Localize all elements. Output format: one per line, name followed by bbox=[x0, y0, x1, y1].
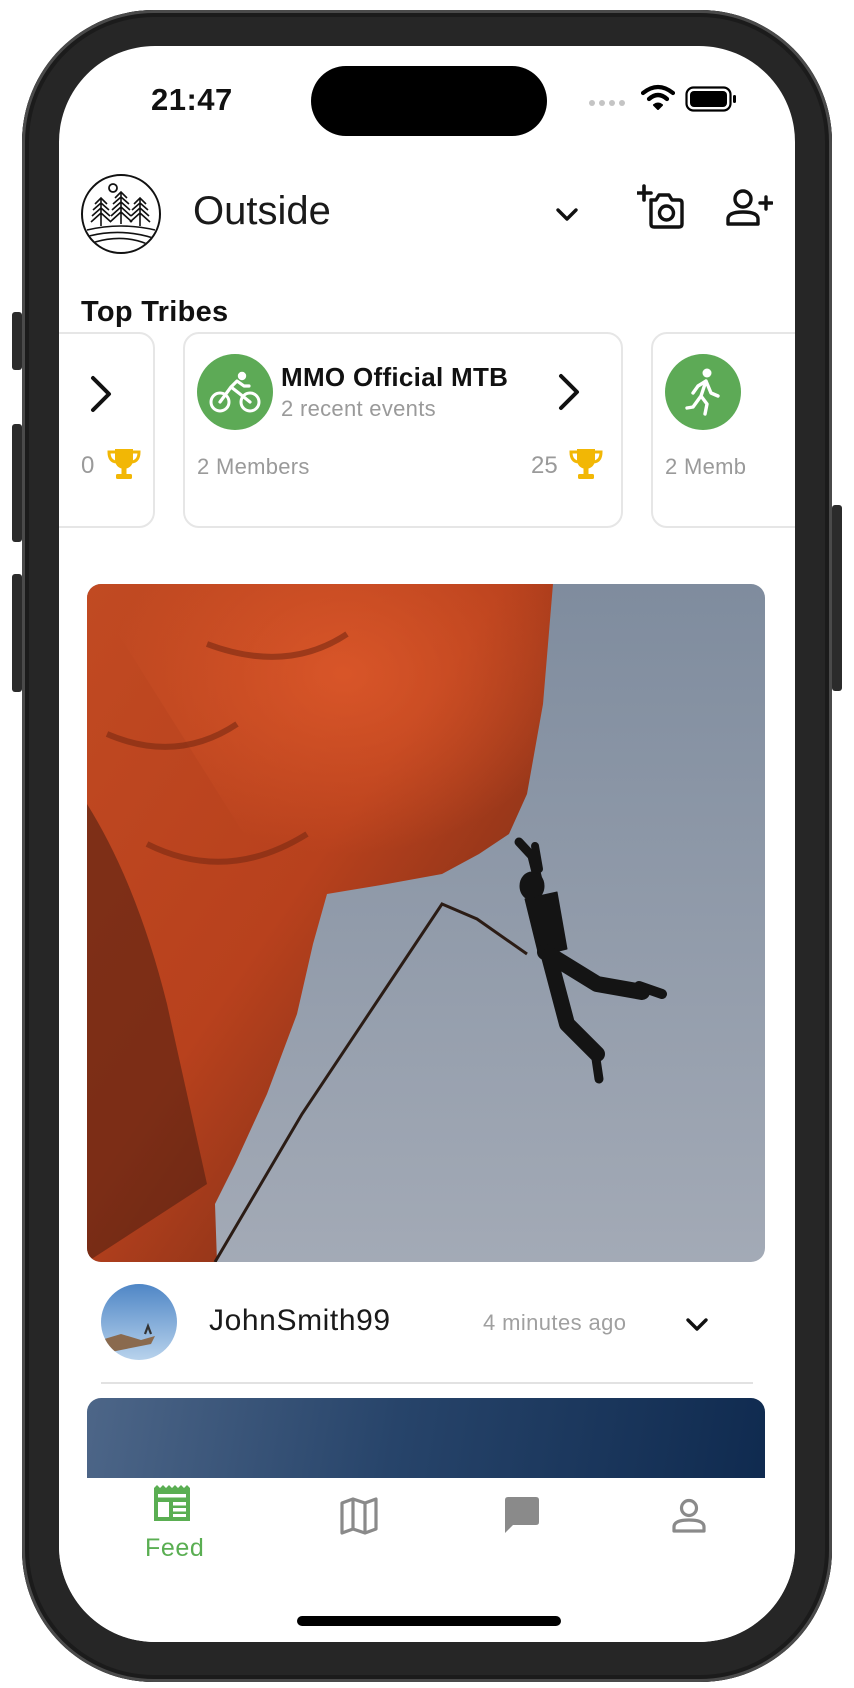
post-author-avatar[interactable] bbox=[101, 1284, 177, 1360]
bike-icon bbox=[209, 371, 261, 413]
chevron-right-icon[interactable] bbox=[81, 372, 121, 416]
silent-switch bbox=[12, 312, 22, 370]
climber-photo bbox=[87, 584, 765, 1262]
tribe-members: 2 Members bbox=[197, 454, 310, 479]
post-divider bbox=[101, 1382, 753, 1384]
map-icon bbox=[340, 1497, 378, 1535]
chevron-down-icon[interactable] bbox=[679, 1306, 715, 1342]
add-user-icon[interactable] bbox=[725, 188, 773, 228]
community-name[interactable]: Outside bbox=[193, 189, 331, 234]
post-timestamp: 4 minutes ago bbox=[483, 1310, 627, 1335]
tribe-title: MMO Official MTB bbox=[281, 362, 509, 392]
forest-logo-icon bbox=[86, 183, 156, 245]
tribe-subtitle: 2 recent events bbox=[281, 396, 436, 421]
trophy-icon bbox=[569, 449, 603, 479]
run-icon bbox=[685, 368, 720, 416]
tribe-card[interactable]: MMO Official MTB 2 recent events 2 Membe… bbox=[183, 332, 623, 528]
tribe-card[interactable]: 2 Memb bbox=[651, 332, 795, 528]
add-photo-icon[interactable] bbox=[637, 184, 685, 230]
cellular-signal-icon bbox=[589, 100, 625, 106]
tribe-members: 2 Memb bbox=[665, 454, 747, 479]
tribe-score: 25 bbox=[531, 452, 558, 479]
tribe-card[interactable]: 0 bbox=[59, 332, 155, 528]
power-button bbox=[832, 505, 842, 691]
volume-down-button bbox=[12, 574, 22, 692]
screen: 21:47 Outside Top Tribes 0 MMO Official … bbox=[59, 46, 795, 1642]
tab-feed-label: Feed bbox=[145, 1534, 205, 1562]
person-icon bbox=[672, 1498, 706, 1533]
tab-map[interactable] bbox=[289, 1478, 429, 1588]
volume-up-button bbox=[12, 424, 22, 542]
feed-icon bbox=[154, 1485, 190, 1521]
community-logo[interactable] bbox=[81, 174, 161, 254]
section-title-top-tribes: Top Tribes bbox=[81, 296, 229, 328]
post-author-name[interactable]: JohnSmith99 bbox=[209, 1304, 391, 1338]
trophy-icon bbox=[107, 449, 141, 479]
chevron-right-icon[interactable] bbox=[549, 370, 589, 414]
battery-icon bbox=[685, 86, 736, 112]
tribe-avatar bbox=[197, 354, 273, 430]
tab-profile[interactable] bbox=[619, 1478, 759, 1588]
dynamic-island bbox=[311, 66, 547, 136]
tab-feed[interactable]: Feed bbox=[103, 1478, 243, 1588]
wifi-icon bbox=[641, 84, 675, 110]
status-time: 21:47 bbox=[151, 82, 233, 117]
chat-icon bbox=[505, 1497, 539, 1533]
avatar-photo bbox=[101, 1284, 177, 1360]
chevron-down-icon[interactable] bbox=[549, 196, 585, 232]
tribe-score: 0 bbox=[81, 452, 95, 479]
tribe-avatar bbox=[665, 354, 741, 430]
post-image[interactable] bbox=[87, 584, 765, 1262]
tab-messages[interactable] bbox=[453, 1478, 593, 1588]
home-indicator bbox=[297, 1616, 561, 1626]
